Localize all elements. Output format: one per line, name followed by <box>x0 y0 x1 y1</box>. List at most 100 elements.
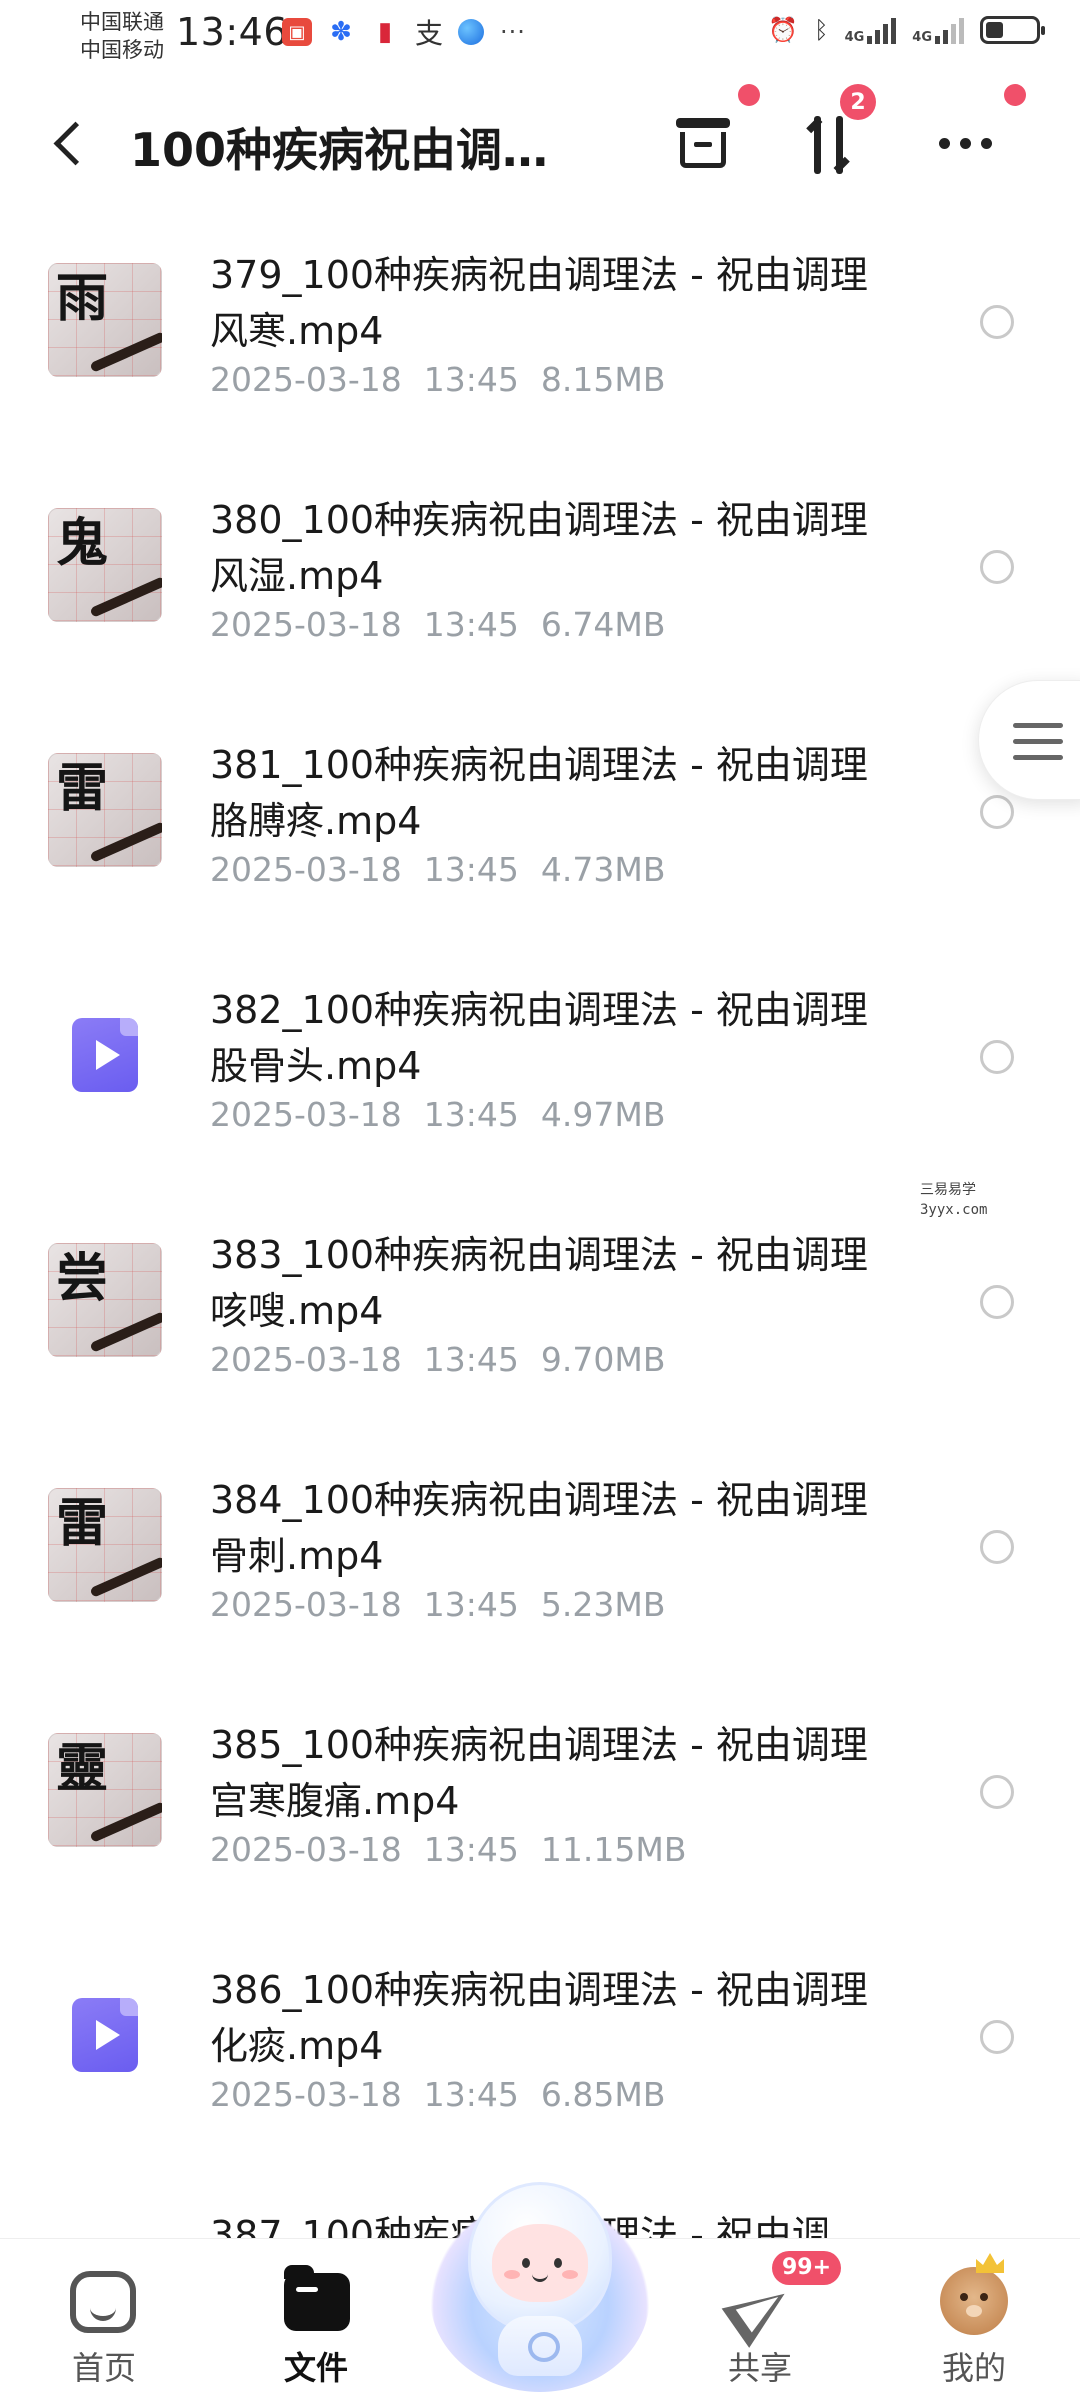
file-size: 4.73MB <box>540 850 666 889</box>
nav-share-label: 共享 <box>727 2349 792 2387</box>
network-type-1: 4G <box>844 30 865 45</box>
file-size: 11.15MB <box>540 1830 687 1869</box>
file-time: 13:45 <box>423 2075 519 2114</box>
video-thumbnail: 靈 <box>48 1733 162 1847</box>
battery-icon <box>980 16 1045 44</box>
nav-mine[interactable]: 我的 <box>904 2253 1044 2393</box>
file-name: 384_100种疾病祝由调理法 - 祝由调理骨刺.mp4 <box>210 1478 868 1578</box>
file-name: 385_100种疾病祝由调理法 - 祝由调理宫寒腹痛.mp4 <box>210 1723 868 1823</box>
archive-notification-dot <box>738 84 760 106</box>
file-row[interactable]: 鬼 380_100种疾病祝由调理法 - 祝由调理风湿.mp4 2025-03-18 1… <box>0 470 1080 715</box>
system-icons: ⏰ ᛒ 4G 4G <box>768 16 1045 45</box>
huawei-app-icon: ▣ <box>282 18 312 46</box>
home-icon <box>70 2271 136 2333</box>
file-date: 2025-03-18 <box>210 2075 402 2114</box>
file-name: 386_100种疾病祝由调理法 - 祝由调理化痰.mp4 <box>210 1968 868 2068</box>
file-list: 雨 379_100种疾病祝由调理法 - 祝由调理风寒.mp4 2025-03-18 1… <box>0 225 1080 2265</box>
carrier-labels: 中国联通 中国移动 <box>80 8 164 64</box>
file-name: 380_100种疾病祝由调理法 - 祝由调理风湿.mp4 <box>210 498 868 598</box>
thumbnail-glyph: 鬼 <box>56 513 109 574</box>
video-file-icon <box>48 998 162 1112</box>
thumbnail-glyph: 靈 <box>56 1738 109 1799</box>
file-time: 13:45 <box>423 850 519 889</box>
watermark: 三易易学 3yyx.com <box>920 1180 987 1220</box>
assistant-mascot-button[interactable] <box>430 2182 650 2392</box>
file-row[interactable]: 雷 384_100种疾病祝由调理法 - 祝由调理骨刺.mp4 2025-03-18 1… <box>0 1450 1080 1695</box>
file-date: 2025-03-18 <box>210 1830 402 1869</box>
folder-icon <box>284 2265 350 2331</box>
file-meta: 2025-03-18 13:45 5.23MB <box>210 1585 665 1624</box>
select-checkbox[interactable] <box>980 1285 1014 1319</box>
watermark-line-2: 3yyx.com <box>920 1202 988 1218</box>
file-row[interactable]: 382_100种疾病祝由调理法 - 祝由调理股骨头.mp4 2025-03-18 1… <box>0 960 1080 1205</box>
video-thumbnail: 尝 <box>48 1243 162 1357</box>
video-thumbnail: 鬼 <box>48 508 162 622</box>
thumbnail-glyph: 雷 <box>56 758 109 819</box>
file-time: 13:45 <box>423 1830 519 1869</box>
video-thumbnail: 雨 <box>48 263 162 377</box>
select-checkbox[interactable] <box>980 1530 1014 1564</box>
video-thumbnail: 雷 <box>48 1488 162 1602</box>
book-icon: ▮ <box>377 17 393 47</box>
select-checkbox[interactable] <box>980 550 1014 584</box>
file-row[interactable]: 386_100种疾病祝由调理法 - 祝由调理化痰.mp4 2025-03-18 13… <box>0 1940 1080 2185</box>
top-bar: 100种疾病祝由调… 2 <box>0 80 1080 210</box>
file-row[interactable]: 雨 379_100种疾病祝由调理法 - 祝由调理风寒.mp4 2025-03-18 1… <box>0 225 1080 470</box>
thumbnail-glyph: 雨 <box>56 268 109 329</box>
file-size: 8.15MB <box>540 360 666 399</box>
nav-files[interactable]: 文件 <box>246 2263 386 2393</box>
transfer-badge: 2 <box>840 84 876 120</box>
baidu-icon: ✽ <box>330 17 352 47</box>
select-checkbox[interactable] <box>980 2020 1014 2054</box>
file-name: 381_100种疾病祝由调理法 - 祝由调理胳膊疼.mp4 <box>210 743 868 843</box>
transfer-icon[interactable] <box>800 110 866 180</box>
more-notification-dot <box>1004 84 1026 106</box>
file-row[interactable]: 雷 381_100种疾病祝由调理法 - 祝由调理胳膊疼.mp4 2025-03-18… <box>0 715 1080 960</box>
select-checkbox[interactable] <box>980 795 1014 829</box>
nav-home[interactable]: 首页 <box>34 2263 174 2393</box>
file-time: 13:45 <box>423 1095 519 1134</box>
alipay-icon: 支 <box>414 17 443 50</box>
status-bar: 中国联通 中国移动 13:46 ▣ ✽ ▮ 支 ··· ⏰ ᛒ 4G 4G <box>0 0 1080 72</box>
battery-level <box>986 22 1003 38</box>
bluetooth-icon: ᛒ <box>814 16 829 44</box>
page-title: 100种疾病祝由调… <box>130 123 549 177</box>
carrier-2: 中国移动 <box>80 38 164 62</box>
file-date: 2025-03-18 <box>210 850 402 889</box>
file-time: 13:45 <box>423 360 519 399</box>
file-time: 13:45 <box>423 1585 519 1624</box>
more-icon[interactable] <box>930 128 1000 158</box>
network-type-2: 4G <box>912 30 932 45</box>
nav-mine-label: 我的 <box>941 2349 1006 2387</box>
file-size: 9.70MB <box>540 1340 666 1379</box>
select-checkbox[interactable] <box>980 1775 1014 1809</box>
file-meta: 2025-03-18 13:45 6.74MB <box>210 605 665 644</box>
select-checkbox[interactable] <box>980 1040 1014 1074</box>
back-icon[interactable] <box>50 118 90 170</box>
file-date: 2025-03-18 <box>210 1585 402 1624</box>
file-row[interactable]: 靈 385_100种疾病祝由调理法 - 祝由调理宫寒腹痛.mp4 2025-03-1… <box>0 1695 1080 1940</box>
archive-icon[interactable] <box>670 110 736 176</box>
watermark-line-1: 三易易学 <box>920 1182 976 1198</box>
file-size: 5.23MB <box>540 1585 666 1624</box>
select-checkbox[interactable] <box>980 305 1014 339</box>
file-date: 2025-03-18 <box>210 360 402 399</box>
thumbnail-glyph: 尝 <box>56 1248 109 1309</box>
file-date: 2025-03-18 <box>210 605 402 644</box>
file-date: 2025-03-18 <box>210 1095 402 1134</box>
file-meta: 2025-03-18 13:45 9.70MB <box>210 1340 665 1379</box>
file-time: 13:45 <box>423 1340 519 1379</box>
file-size: 6.85MB <box>540 2075 666 2114</box>
signal-2-icon: 4G <box>912 16 964 44</box>
status-time: 13:46 <box>176 10 289 54</box>
nav-home-label: 首页 <box>71 2349 136 2387</box>
nav-share[interactable]: 99+ 共享 <box>690 2251 842 2393</box>
video-file-icon <box>48 1978 162 2092</box>
file-meta: 2025-03-18 13:45 6.85MB <box>210 2075 665 2114</box>
send-icon <box>730 2277 790 2333</box>
video-thumbnail: 雷 <box>48 753 162 867</box>
file-row[interactable]: 尝 383_100种疾病祝由调理法 - 祝由调理咳嗖.mp4 2025-03-18 1… <box>0 1205 1080 1450</box>
nav-files-label: 文件 <box>283 2349 348 2387</box>
carrier-1: 中国联通 <box>80 10 164 34</box>
browser-icon <box>458 19 484 45</box>
